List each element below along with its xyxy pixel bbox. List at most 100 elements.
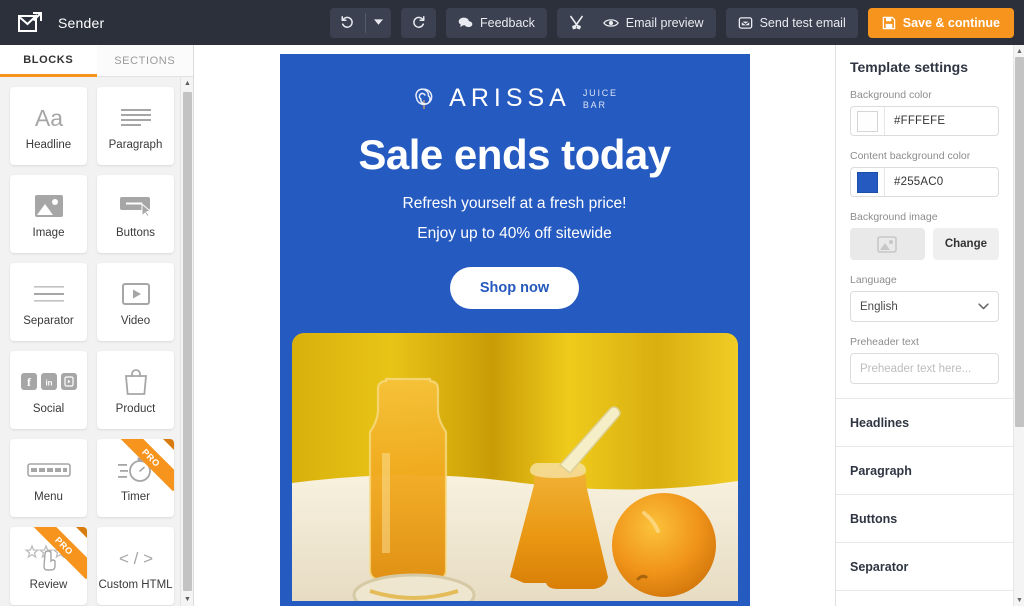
email-preview-label: Email preview [625,15,704,30]
caret-down-icon [374,19,383,25]
redo-button[interactable] [401,7,436,38]
background-image-label: Background image [850,211,938,223]
block-label: Timer [121,491,150,503]
tab-sections[interactable]: SECTIONS [96,45,193,77]
block-tile-headline[interactable]: Aa Headline [10,87,87,165]
blocks-scroll-region: Aa Headline Paragraph Image Buttons Sepa… [0,77,193,606]
block-label: Product [115,403,156,415]
app-body: BLOCKS SECTIONS Aa Headline Paragraph Im… [0,45,1024,606]
settings-scrollbar-thumb[interactable] [1015,57,1024,427]
logo-sub-line-1: JUICE [582,87,618,98]
sidebar-tabs: BLOCKS SECTIONS [0,45,193,77]
accordion-item-separator[interactable]: Separator [836,543,1013,591]
language-select[interactable]: English [850,291,999,322]
image-placeholder-icon [877,235,898,253]
block-tile-menu[interactable]: Menu [10,439,87,517]
email-content: ARISSA JUICE BAR Sale ends today Refresh… [280,54,750,601]
email-template[interactable]: ARISSA JUICE BAR Sale ends today Refresh… [279,54,750,606]
shop-now-button[interactable]: Shop now [449,267,580,309]
send-test-email-label: Send test email [759,15,846,30]
language-field: Language English [850,274,999,322]
separator-icon [32,277,66,311]
menu-bar-icon [26,453,71,487]
sidebar-scrollbar[interactable]: ▲ ▼ [180,77,193,606]
email-headline[interactable]: Sale ends today [280,117,750,189]
feedback-label: Feedback [480,15,535,30]
accordion-item-paragraph[interactable]: Paragraph [836,447,1013,495]
block-tile-separator[interactable]: Separator [10,263,87,341]
email-logo-name: ARISSA [449,84,571,112]
email-cta-block: Shop now [280,249,750,333]
scroll-down-icon[interactable]: ▼ [1014,594,1024,606]
spiral-orange-mark-icon [411,86,437,112]
svg-text:< / >: < / > [118,549,152,568]
brand-name: Sender [58,14,105,31]
svg-text:Aa: Aa [34,105,62,131]
block-label: Menu [34,491,63,503]
block-tile-paragraph[interactable]: Paragraph [97,87,174,165]
background-color-swatch[interactable] [857,110,878,132]
stars-cursor-icon [23,541,74,575]
block-tile-custom-html[interactable]: < / > Custom HTML [97,527,174,605]
envelope-check-arrow-icon [16,10,46,36]
settings-scroll-region: Template settings Background color #FFFE… [836,45,1013,606]
preheader-label: Preheader text [850,336,919,348]
change-background-image-button[interactable]: Change [932,228,999,260]
preheader-input[interactable]: Preheader text here... [850,353,999,384]
background-color-swatch-cell[interactable] [851,107,885,135]
shopping-bag-icon [123,365,149,399]
block-tile-video[interactable]: Video [97,263,174,341]
send-test-email-button[interactable]: Send test email [725,7,858,38]
background-image-field: Background image Change [850,211,999,260]
email-preview-button[interactable]: Email preview [590,7,716,38]
background-color-input[interactable]: #FFFEFE [850,106,999,136]
background-image-preview[interactable] [850,228,925,260]
sidebar-scrollbar-thumb[interactable] [183,92,192,591]
chat-bubble-icon [458,17,473,27]
content-background-color-swatch-cell[interactable] [851,168,885,196]
block-tile-timer[interactable]: Timer PRO [97,439,174,517]
block-tile-social[interactable]: f in Social [10,351,87,429]
blocks-sidebar: BLOCKS SECTIONS Aa Headline Paragraph Im… [0,45,194,606]
accordion-item-buttons[interactable]: Buttons [836,495,1013,543]
design-tools-icon [569,15,583,30]
block-label: Image [32,227,65,239]
background-image-row: Change [850,228,999,260]
email-builder-app: Sender Feedback Email preview Send test … [0,0,1024,606]
content-background-color-value[interactable]: #255AC0 [885,176,943,188]
background-color-value[interactable]: #FFFEFE [885,115,945,127]
eye-icon [602,18,619,27]
block-label: Buttons [116,227,155,239]
save-and-continue-button[interactable]: Save & continue [867,7,1014,38]
block-tile-buttons[interactable]: Buttons [97,175,174,253]
email-logo-block[interactable]: ARISSA JUICE BAR [280,72,750,117]
save-and-continue-label: Save & continue [902,15,1000,30]
scroll-up-icon[interactable]: ▲ [1014,45,1024,57]
block-tile-image[interactable]: Image [10,175,87,253]
content-background-color-input[interactable]: #255AC0 [850,167,999,197]
email-hero-image[interactable] [291,333,738,601]
undo-dropdown-button[interactable] [366,8,391,38]
social-networks-icon: f in [20,365,77,399]
content-background-color-swatch[interactable] [857,171,878,193]
feedback-button[interactable]: Feedback [446,7,547,38]
block-label: Paragraph [108,139,163,151]
email-subtext-2[interactable]: Enjoy up to 40% off sitewide [280,219,750,249]
block-tile-review[interactable]: Review PRO [10,527,87,605]
brand: Sender [8,10,104,36]
email-subtext-1[interactable]: Refresh yourself at a fresh price! [280,189,750,219]
accordion-item-headlines[interactable]: Headlines [836,399,1013,447]
headline-aa-icon: Aa [29,101,69,135]
preheader-field: Preheader text Preheader text here... [850,336,999,384]
chevron-down-icon [978,303,989,310]
undo-button[interactable] [330,8,365,38]
block-label: Separator [23,315,74,327]
block-tile-product[interactable]: Product [97,351,174,429]
scroll-up-icon[interactable]: ▲ [181,77,194,90]
panel-title: Template settings [850,59,968,75]
settings-scrollbar[interactable]: ▲ ▼ [1013,45,1024,606]
tab-blocks[interactable]: BLOCKS [0,45,97,77]
blocks-grid: Aa Headline Paragraph Image Buttons Sepa… [0,77,180,606]
scroll-down-icon[interactable]: ▼ [181,593,194,606]
block-label: Custom HTML [98,579,173,591]
